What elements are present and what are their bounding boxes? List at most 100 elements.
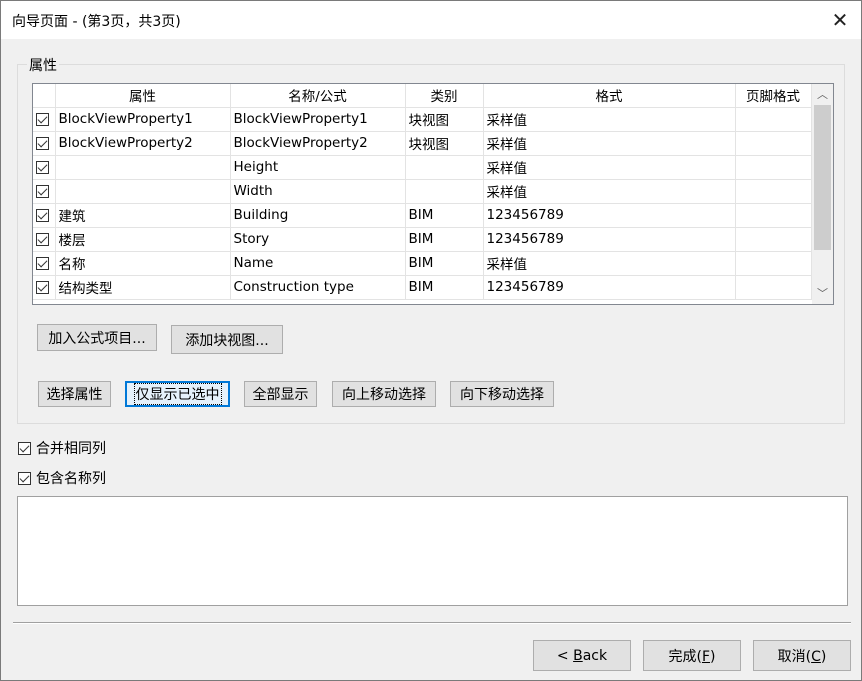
cancel-label: 取消(C): [777, 648, 827, 665]
select-properties-button[interactable]: 选择属性: [38, 381, 111, 407]
column-header-footer-format[interactable]: 页脚格式: [735, 84, 812, 108]
row-checkbox-cell: [33, 155, 56, 180]
table-row[interactable]: BlockViewProperty1 BlockViewProperty1 块视图采…: [33, 107, 812, 132]
table-row[interactable]: Width 采样值: [33, 179, 812, 204]
close-icon: ✕: [831, 8, 849, 32]
cell-format[interactable]: 采样值: [483, 131, 736, 156]
add-formula-label: 加入公式项目...: [48, 330, 146, 347]
cell-property[interactable]: [55, 155, 231, 180]
move-down-label: 向下移动选择: [460, 387, 544, 403]
table-row[interactable]: BlockViewProperty2 BlockViewProperty2 块视图采…: [33, 131, 812, 156]
chevron-down-icon: ﹀: [817, 287, 828, 300]
add-formula-button[interactable]: 加入公式项目...: [37, 324, 157, 351]
vertical-scrollbar[interactable]: ︿ ﹀: [812, 84, 833, 304]
header-checkbox-column: [33, 84, 56, 108]
move-up-button[interactable]: 向上移动选择: [332, 381, 436, 407]
cancel-button[interactable]: 取消(C): [753, 640, 851, 671]
move-down-button[interactable]: 向下移动选择: [450, 381, 554, 407]
cell-property[interactable]: BlockViewProperty1: [55, 107, 231, 132]
cell-footer-format[interactable]: [735, 107, 812, 132]
cell-footer-format[interactable]: [735, 155, 812, 180]
row-checkbox[interactable]: [36, 112, 49, 126]
table-row[interactable]: 楼层 Story BIM 123456789: [33, 227, 812, 252]
cell-format[interactable]: 采样值: [483, 179, 736, 204]
cell-property[interactable]: BlockViewProperty2: [55, 131, 231, 156]
back-button[interactable]: < Back: [533, 640, 631, 671]
cell-category[interactable]: BIM: [405, 203, 484, 228]
cell-category[interactable]: BIM: [405, 251, 484, 276]
move-up-label: 向上移动选择: [342, 387, 426, 403]
cell-category[interactable]: [405, 155, 484, 180]
table-row[interactable]: Height 采样值: [33, 155, 812, 180]
cell-category[interactable]: 块视图: [405, 107, 484, 132]
merge-columns-option[interactable]: 合并相同列: [18, 438, 106, 458]
footer-separator: [13, 622, 851, 624]
scroll-up-button[interactable]: ︿: [812, 84, 833, 104]
column-header-format[interactable]: 格式: [483, 84, 736, 108]
show-selected-only-label: 仅显示已选中: [133, 383, 222, 405]
merge-columns-checkbox[interactable]: [18, 441, 31, 455]
cell-name-formula[interactable]: BlockViewProperty2: [230, 131, 406, 156]
column-header-name-formula[interactable]: 名称/公式: [230, 84, 406, 108]
scroll-down-button[interactable]: ﹀: [812, 283, 833, 303]
column-header-category[interactable]: 类别: [405, 84, 484, 108]
close-button[interactable]: ✕: [819, 1, 861, 39]
row-checkbox-cell: [33, 275, 56, 300]
add-blockview-label: 添加块视图...: [185, 332, 269, 349]
row-checkbox[interactable]: [36, 280, 49, 294]
table-row[interactable]: 结构类型 Construction type BIM 123456789: [33, 275, 812, 300]
scroll-thumb[interactable]: [814, 105, 831, 250]
cell-footer-format[interactable]: [735, 275, 812, 300]
cell-format[interactable]: 采样值: [483, 251, 736, 276]
finish-button[interactable]: 完成(F): [643, 640, 741, 671]
cell-property[interactable]: 名称: [55, 251, 231, 276]
add-blockview-button[interactable]: 添加块视图...: [171, 325, 283, 354]
cell-format[interactable]: 123456789: [483, 227, 736, 252]
cell-name-formula[interactable]: Name: [230, 251, 406, 276]
cell-footer-format[interactable]: [735, 131, 812, 156]
row-checkbox[interactable]: [36, 184, 49, 198]
include-name-option[interactable]: 包含名称列: [18, 468, 106, 488]
cell-footer-format[interactable]: [735, 179, 812, 204]
cell-footer-format[interactable]: [735, 203, 812, 228]
cell-footer-format[interactable]: [735, 227, 812, 252]
cell-property[interactable]: [55, 179, 231, 204]
cell-category[interactable]: BIM: [405, 275, 484, 300]
cell-name-formula[interactable]: Building: [230, 203, 406, 228]
cell-name-formula[interactable]: Width: [230, 179, 406, 204]
cell-property[interactable]: 结构类型: [55, 275, 231, 300]
table-row[interactable]: 名称 Name BIM 采样值: [33, 251, 812, 276]
cell-category[interactable]: 块视图: [405, 131, 484, 156]
row-checkbox[interactable]: [36, 232, 49, 246]
wizard-dialog: 向导页面 - (第3页，共3页) ✕ 属性 属性 名称/公式 类别 格式 页脚格…: [0, 0, 862, 681]
show-all-button[interactable]: 全部显示: [244, 381, 317, 407]
row-checkbox-cell: [33, 107, 56, 132]
cell-category[interactable]: BIM: [405, 227, 484, 252]
cell-name-formula[interactable]: BlockViewProperty1: [230, 107, 406, 132]
preview-textbox[interactable]: [17, 496, 848, 606]
include-name-checkbox[interactable]: [18, 471, 31, 485]
cell-format[interactable]: 采样值: [483, 107, 736, 132]
row-checkbox[interactable]: [36, 256, 49, 270]
cell-format[interactable]: 123456789: [483, 203, 736, 228]
show-selected-only-button[interactable]: 仅显示已选中: [125, 381, 230, 407]
cell-property[interactable]: 建筑: [55, 203, 231, 228]
cell-format[interactable]: 123456789: [483, 275, 736, 300]
row-checkbox[interactable]: [36, 208, 49, 222]
column-header-property[interactable]: 属性: [55, 84, 231, 108]
cell-category[interactable]: [405, 179, 484, 204]
cell-format[interactable]: 采样值: [483, 155, 736, 180]
table-row[interactable]: 建筑 Building BIM 123456789: [33, 203, 812, 228]
row-checkbox[interactable]: [36, 136, 49, 150]
cell-name-formula[interactable]: Height: [230, 155, 406, 180]
chevron-up-icon: ︿: [817, 88, 828, 101]
properties-grid[interactable]: 属性 名称/公式 类别 格式 页脚格式 BlockViewProperty1 Bl…: [32, 83, 834, 305]
cell-name-formula[interactable]: Story: [230, 227, 406, 252]
cell-name-formula[interactable]: Construction type: [230, 275, 406, 300]
cell-footer-format[interactable]: [735, 251, 812, 276]
row-checkbox[interactable]: [36, 160, 49, 174]
cell-property[interactable]: 楼层: [55, 227, 231, 252]
row-checkbox-cell: [33, 203, 56, 228]
merge-columns-label: 合并相同列: [36, 441, 106, 457]
title-bar: 向导页面 - (第3页，共3页) ✕: [1, 1, 861, 39]
